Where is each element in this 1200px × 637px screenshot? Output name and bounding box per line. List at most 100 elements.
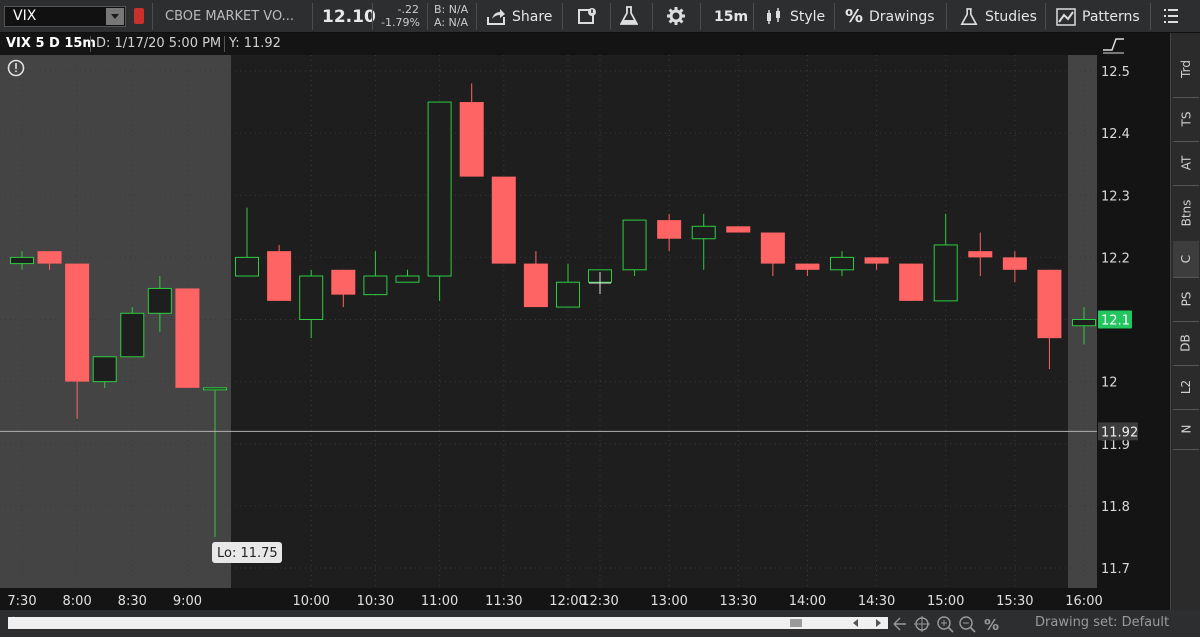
drawings-label: Drawings (869, 8, 935, 25)
candles-icon (767, 7, 780, 24)
price-tick-label: 12.5 (1101, 65, 1130, 80)
candle-body-down (523, 263, 548, 308)
time-tick-label: 15:00 (927, 594, 964, 609)
time-tick-label: 14:00 (789, 594, 826, 609)
net-change: -.22 (397, 3, 419, 16)
last-price-label: 12.1 (1101, 314, 1130, 329)
price-tick-label: 11.7 (1101, 562, 1130, 577)
crosshair-zoom-icon[interactable] (914, 616, 930, 632)
patterns-button[interactable]: Patterns (1056, 0, 1140, 33)
style-button[interactable]: Style (764, 0, 825, 33)
time-tick-label: 14:30 (858, 594, 895, 609)
candlestick-chart[interactable]: 12.512.412.312.212.11211.911.811.7 7:308… (0, 33, 1170, 610)
divider (427, 3, 428, 30)
divider (312, 3, 313, 30)
candle-body-up (235, 256, 259, 277)
drawing-set-label[interactable]: Drawing set: Default (1035, 615, 1169, 630)
side-tab-btns[interactable]: Btns (1173, 185, 1199, 242)
side-tab-l2[interactable]: L2 (1173, 365, 1199, 410)
studies-button[interactable]: Studies (959, 0, 1037, 33)
divider (700, 3, 701, 30)
time-tick-label: 8:00 (63, 594, 92, 609)
zoom-out-icon[interactable] (959, 616, 976, 633)
drawings-button[interactable]: % Drawings (845, 0, 935, 33)
side-tab-ts[interactable]: TS (1173, 97, 1199, 142)
time-tick-label: 11:00 (421, 594, 458, 609)
percent-scale-icon[interactable]: % (984, 616, 999, 634)
scroll-thumb[interactable] (790, 619, 802, 627)
menu-icon[interactable] (1164, 8, 1178, 24)
candle-body-down (760, 232, 785, 264)
candle-body-down (657, 220, 682, 239)
bid: B: N/A (434, 3, 469, 16)
candle (427, 101, 452, 301)
candle-body-up (830, 256, 854, 271)
side-tab-ps[interactable]: PS (1173, 277, 1199, 322)
candle-body-up (120, 312, 145, 358)
time-tick-label: 13:00 (650, 594, 687, 609)
side-tab-label: Btns (1179, 199, 1194, 227)
side-tab-label: PS (1178, 291, 1193, 307)
candle-body-down (795, 263, 820, 270)
candle-body-up (92, 356, 117, 383)
side-tab-label: C (1178, 254, 1193, 264)
divider (372, 3, 373, 30)
divider (753, 3, 754, 30)
symbol-dropdown-button[interactable] (106, 8, 124, 25)
scroll-left-button[interactable] (853, 619, 858, 627)
price-tick-label: 12 (1101, 376, 1118, 391)
studies-label: Studies (985, 8, 1037, 25)
candle-body-up (933, 244, 958, 302)
alert-icon[interactable] (578, 7, 598, 25)
share-label: Share (512, 8, 553, 25)
candle-body-down (968, 251, 993, 258)
zoom-controls: % (893, 616, 999, 634)
candle-body-down (459, 102, 484, 177)
candle-body-up (556, 281, 580, 308)
side-tab-at[interactable]: AT (1173, 141, 1199, 186)
time-tick-label: 10:00 (292, 594, 329, 609)
time-tick-label: 8:30 (118, 594, 147, 609)
candle-body-up (299, 275, 324, 320)
candle-body-up (395, 275, 420, 283)
link-lock-icon[interactable] (134, 8, 144, 24)
side-tab-trd[interactable]: Trd (1173, 41, 1199, 98)
candle (622, 219, 647, 277)
time-tick-label: 7:30 (7, 594, 36, 609)
side-tab-c[interactable]: C (1173, 241, 1199, 278)
flask-icon[interactable] (620, 6, 638, 26)
symbol-description: CBOE MARKET VO... (165, 9, 295, 24)
candle-body-down (175, 288, 200, 388)
symbol-input[interactable]: VIX (4, 6, 126, 27)
horizontal-scrollbar[interactable] (8, 617, 888, 629)
zoom-in-icon[interactable] (937, 616, 954, 633)
side-tab-n[interactable]: N (1173, 409, 1199, 450)
scroll-right-button[interactable] (876, 619, 881, 627)
time-tick-label: 10:30 (357, 594, 394, 609)
candle-body-up (10, 256, 34, 265)
divider (610, 3, 611, 30)
time-tick-label: 9:00 (173, 594, 202, 609)
divider (476, 3, 477, 30)
divider (652, 3, 653, 30)
pan-icon[interactable] (893, 617, 906, 631)
gear-icon[interactable] (666, 6, 686, 26)
candle-body-up (1072, 319, 1096, 327)
divider (834, 3, 835, 30)
timeframe-button[interactable]: 15m (714, 0, 748, 33)
candle-body-down (1002, 257, 1027, 270)
side-tab-label: DB (1178, 334, 1193, 352)
share-button[interactable]: Share (486, 0, 552, 33)
divider (152, 3, 153, 30)
time-tick-label: 16:00 (1065, 594, 1102, 609)
candle-body-down (726, 226, 751, 233)
time-tick-label: 12:30 (581, 594, 618, 609)
symbol-text: VIX (13, 8, 37, 24)
time-tick-label: 11:30 (485, 594, 522, 609)
side-tab-label: L2 (1178, 379, 1193, 395)
side-tab-db[interactable]: DB (1173, 321, 1199, 366)
side-panel: Trd TS AT Btns C PS DB L2 N (1170, 33, 1200, 610)
candle-body-down (331, 269, 356, 295)
candle-body-up (363, 275, 388, 296)
svg-text:%: % (984, 616, 999, 634)
